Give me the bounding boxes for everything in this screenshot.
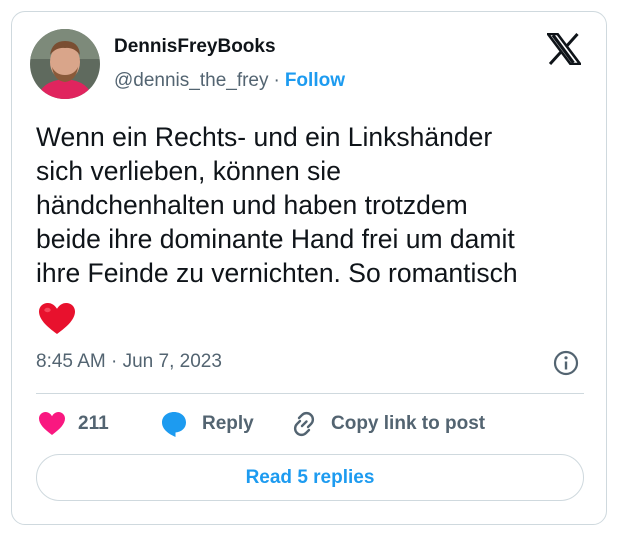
link-icon xyxy=(293,411,315,437)
separator-dot: · xyxy=(273,70,280,91)
avatar-photo xyxy=(30,29,100,99)
author-handle[interactable]: @dennis_the_frey xyxy=(114,70,269,91)
tweet-text: Wenn ein Rechts- und ein Linkshänder sic… xyxy=(36,122,518,288)
like-count: 211 xyxy=(78,413,109,434)
avatar[interactable] xyxy=(30,29,100,99)
reply-label: Reply xyxy=(202,413,254,434)
red-heart-icon xyxy=(38,302,76,336)
read-replies-button[interactable]: Read 5 replies xyxy=(36,454,584,501)
copy-link-button[interactable]: Copy link to post xyxy=(289,408,485,440)
author-display-name[interactable]: DennisFreyBooks xyxy=(114,36,276,58)
heart-icon xyxy=(39,412,65,435)
like-button[interactable]: 211 xyxy=(38,408,109,440)
x-logo-icon[interactable] xyxy=(545,32,583,66)
copy-link-label: Copy link to post xyxy=(331,413,486,434)
divider xyxy=(36,393,584,394)
reply-bubble-icon xyxy=(162,412,186,437)
tweet-timestamp[interactable]: 8:45 AM · Jun 7, 2023 xyxy=(36,351,222,373)
info-icon[interactable] xyxy=(553,350,579,376)
reply-button[interactable]: Reply xyxy=(160,408,254,440)
follow-button[interactable]: Follow xyxy=(285,70,345,91)
author-handle-row: @dennis_the_frey · Follow xyxy=(114,70,345,92)
